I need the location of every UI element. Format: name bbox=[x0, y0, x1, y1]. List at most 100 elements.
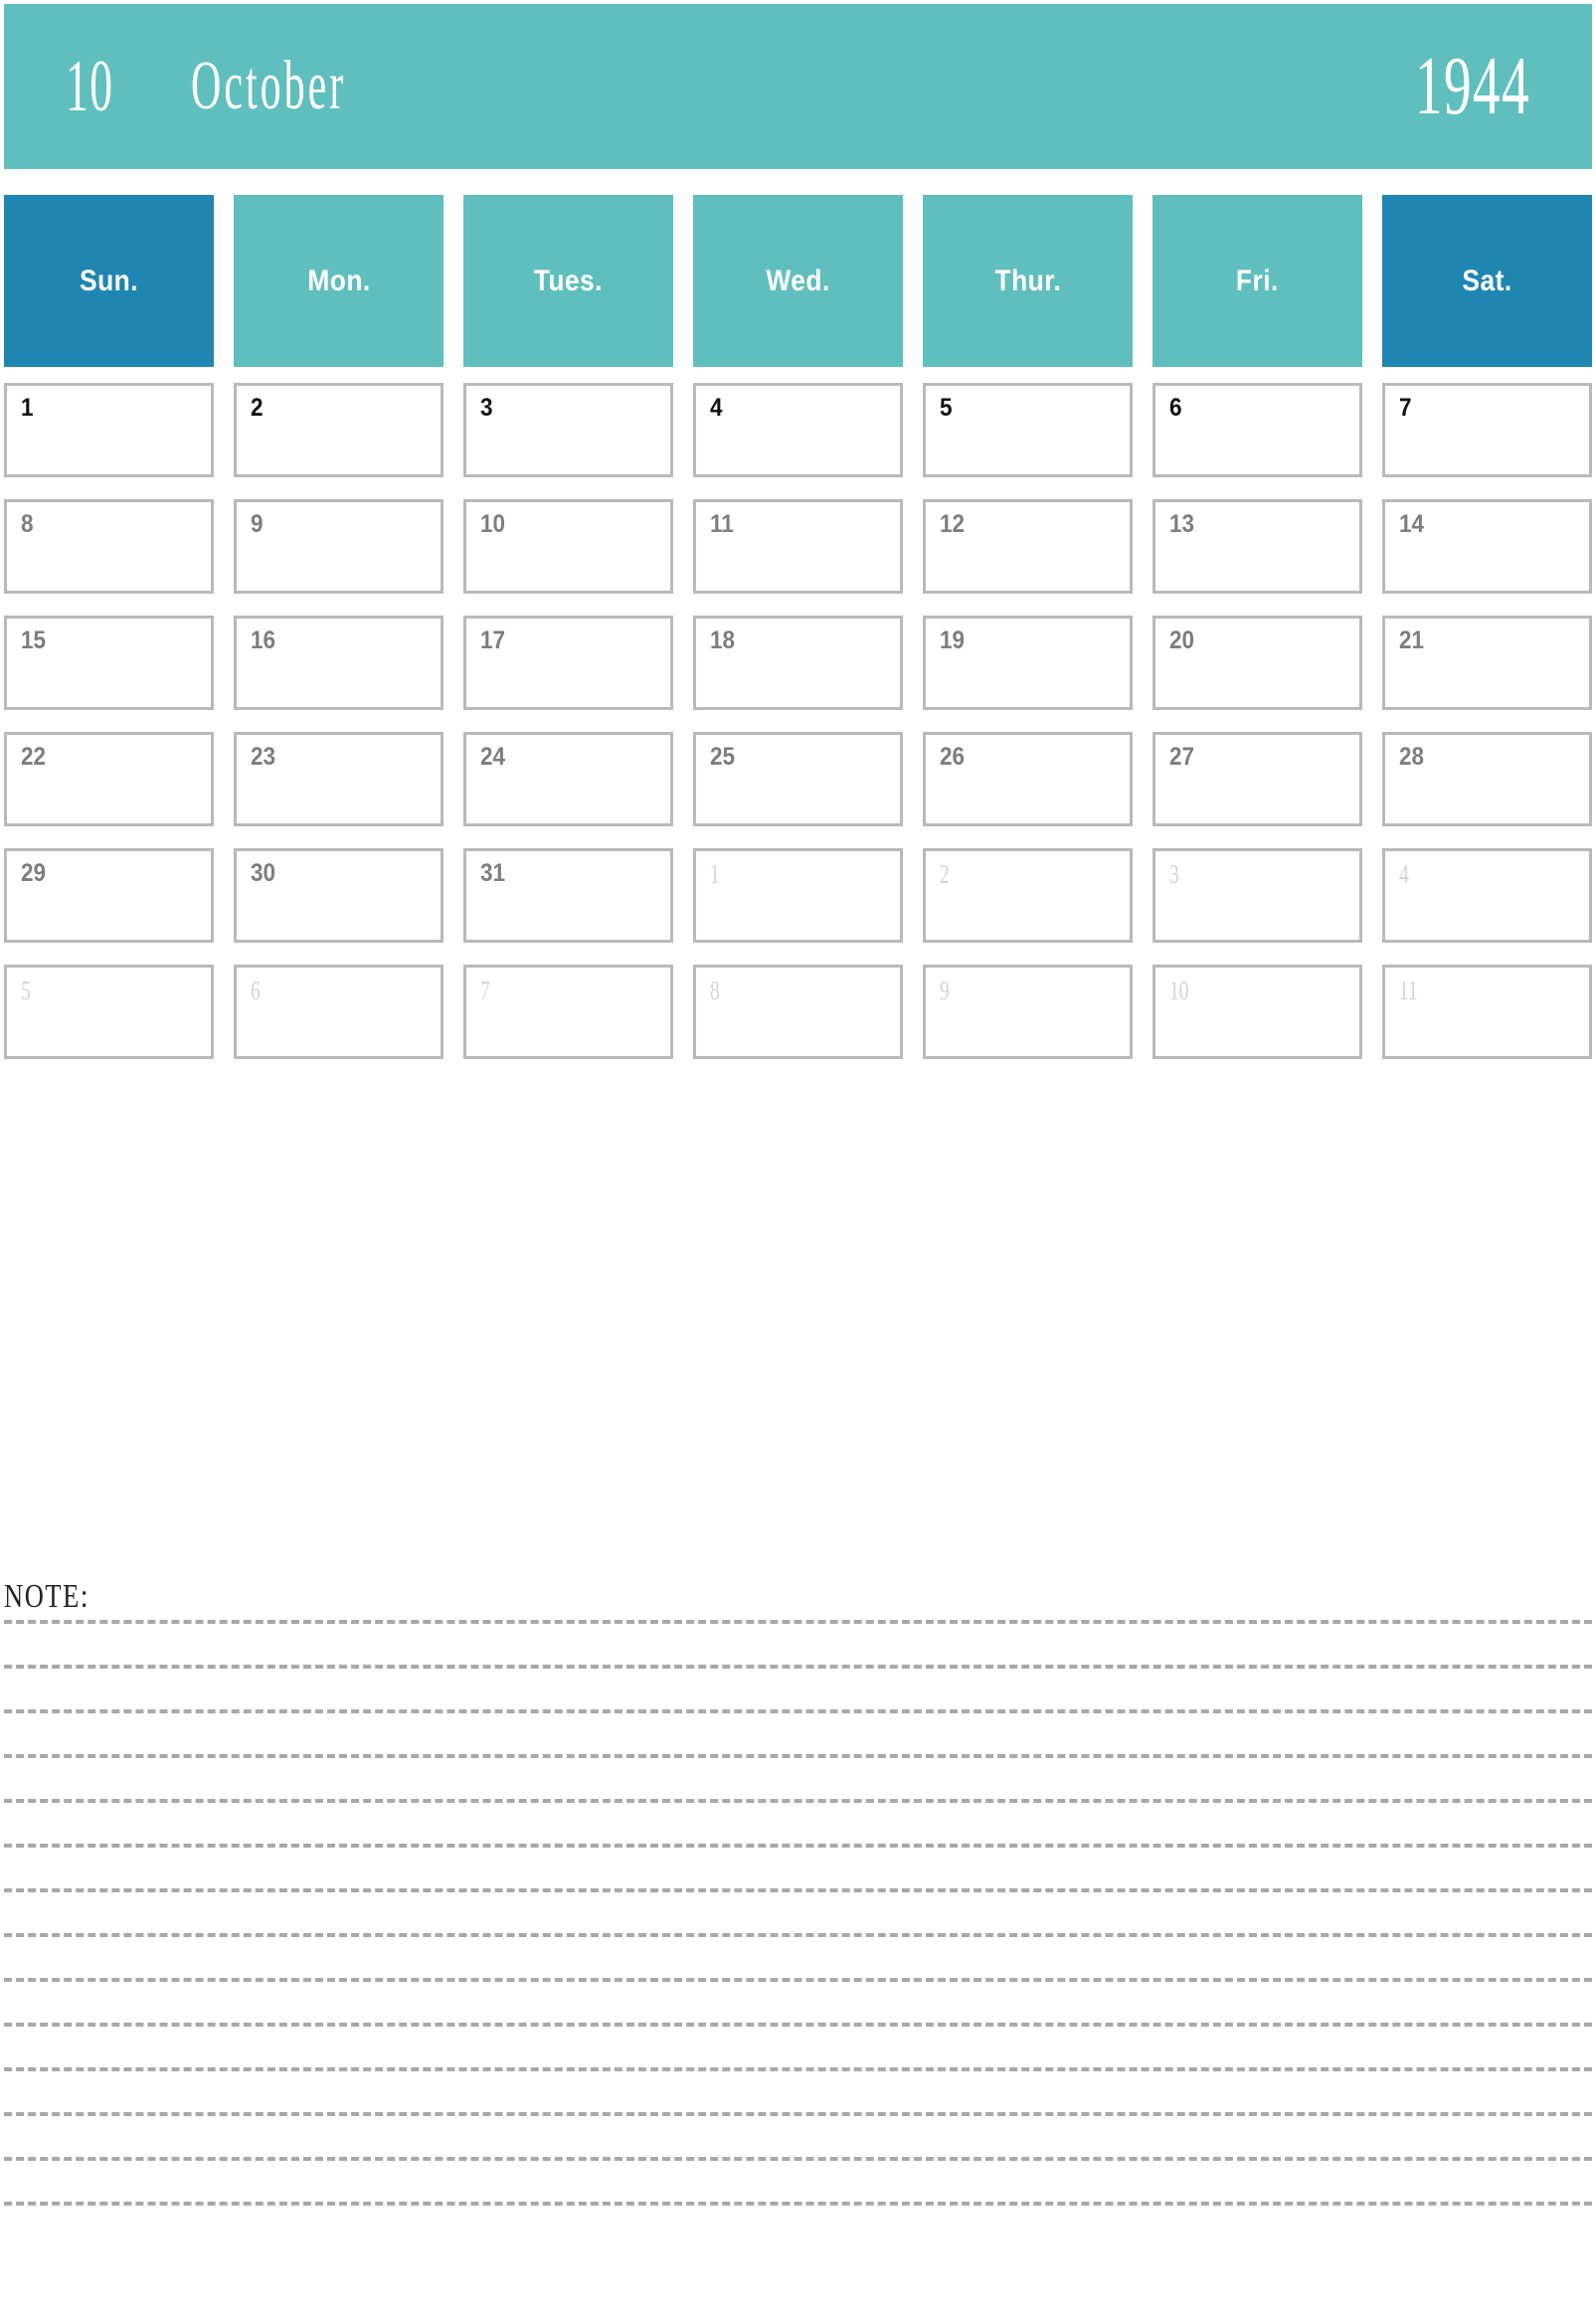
note-writing-line[interactable] bbox=[4, 1888, 1592, 1892]
note-writing-line[interactable] bbox=[4, 1665, 1592, 1669]
date-cell[interactable]: 6 bbox=[1153, 383, 1362, 477]
note-writing-line[interactable] bbox=[4, 1709, 1592, 1713]
date-cell[interactable]: 21 bbox=[1382, 616, 1592, 710]
date-number: 25 bbox=[710, 743, 736, 771]
date-cell[interactable]: 7 bbox=[1382, 383, 1592, 477]
date-number: 27 bbox=[1169, 743, 1195, 771]
note-writing-line[interactable] bbox=[4, 2157, 1592, 2161]
date-cell[interactable]: 2 bbox=[923, 848, 1133, 943]
weekday-header-fri[interactable]: Fri. bbox=[1153, 195, 1362, 367]
weekday-header-row: Sun. Mon. Tues. Wed. Thur. Fri. Sat. bbox=[4, 195, 1592, 367]
date-cell[interactable]: 4 bbox=[1382, 848, 1592, 943]
date-cell[interactable]: 11 bbox=[693, 499, 903, 594]
date-number: 6 bbox=[1169, 394, 1182, 422]
date-cell[interactable]: 22 bbox=[4, 732, 214, 826]
date-cell[interactable]: 25 bbox=[693, 732, 903, 826]
note-lines bbox=[4, 1620, 1592, 2206]
weekday-header-sun[interactable]: Sun. bbox=[4, 195, 214, 367]
date-cell[interactable]: 8 bbox=[693, 965, 903, 1059]
note-section: NOTE: bbox=[4, 1576, 1592, 2306]
date-cell[interactable]: 17 bbox=[463, 616, 673, 710]
date-cell[interactable]: 14 bbox=[1382, 499, 1592, 594]
date-cell[interactable]: 5 bbox=[4, 965, 214, 1059]
date-number: 26 bbox=[940, 743, 966, 771]
date-number: 9 bbox=[251, 510, 264, 538]
date-number: 5 bbox=[940, 394, 953, 422]
date-number: 4 bbox=[1399, 859, 1409, 889]
date-cell[interactable]: 10 bbox=[463, 499, 673, 594]
note-writing-line[interactable] bbox=[4, 2202, 1592, 2206]
date-cell[interactable]: 10 bbox=[1153, 965, 1362, 1059]
date-cell[interactable]: 5 bbox=[923, 383, 1133, 477]
date-number: 20 bbox=[1169, 626, 1195, 654]
date-number: 4 bbox=[710, 394, 723, 422]
date-cell[interactable]: 29 bbox=[4, 848, 214, 943]
note-writing-line[interactable] bbox=[4, 1754, 1592, 1758]
date-number: 13 bbox=[1169, 510, 1195, 538]
weekday-label: Wed. bbox=[766, 264, 830, 297]
date-cell[interactable]: 18 bbox=[693, 616, 903, 710]
weekday-header-mon[interactable]: Mon. bbox=[234, 195, 443, 367]
date-cell[interactable]: 26 bbox=[923, 732, 1133, 826]
date-cell[interactable]: 27 bbox=[1153, 732, 1362, 826]
date-cell[interactable]: 23 bbox=[234, 732, 443, 826]
date-number: 22 bbox=[21, 743, 47, 771]
date-cell[interactable]: 31 bbox=[463, 848, 673, 943]
date-cell[interactable]: 8 bbox=[4, 499, 214, 594]
note-writing-line[interactable] bbox=[4, 2023, 1592, 2027]
date-number: 18 bbox=[710, 626, 736, 654]
weekday-header-tues[interactable]: Tues. bbox=[463, 195, 673, 367]
date-number: 30 bbox=[251, 859, 276, 887]
note-writing-line[interactable] bbox=[4, 1933, 1592, 1937]
date-cell[interactable]: 24 bbox=[463, 732, 673, 826]
weekday-header-thur[interactable]: Thur. bbox=[923, 195, 1133, 367]
date-cell[interactable]: 15 bbox=[4, 616, 214, 710]
date-cell[interactable]: 13 bbox=[1153, 499, 1362, 594]
date-cell[interactable]: 30 bbox=[234, 848, 443, 943]
date-cell[interactable]: 12 bbox=[923, 499, 1133, 594]
date-cell[interactable]: 28 bbox=[1382, 732, 1592, 826]
date-cell[interactable]: 2 bbox=[234, 383, 443, 477]
note-writing-line[interactable] bbox=[4, 2067, 1592, 2071]
calendar-page: 10 October 1944 Sun. Mon. Tues. Wed. Thur. Fr… bbox=[0, 0, 1596, 2310]
note-writing-line[interactable] bbox=[4, 1844, 1592, 1848]
weekday-label: Tues. bbox=[533, 264, 604, 297]
date-number: 1 bbox=[21, 394, 34, 422]
date-cell[interactable]: 19 bbox=[923, 616, 1133, 710]
date-cell[interactable]: 9 bbox=[234, 499, 443, 594]
date-number: 2 bbox=[251, 394, 264, 422]
date-cell[interactable]: 4 bbox=[693, 383, 903, 477]
date-cell[interactable]: 6 bbox=[234, 965, 443, 1059]
weekday-label: Thur. bbox=[994, 264, 1061, 297]
date-number: 1 bbox=[710, 859, 720, 889]
date-number: 17 bbox=[480, 626, 506, 654]
weekday-header-sat[interactable]: Sat. bbox=[1382, 195, 1592, 367]
date-number: 6 bbox=[251, 976, 261, 1005]
date-cell[interactable]: 20 bbox=[1153, 616, 1362, 710]
weekday-header-wed[interactable]: Wed. bbox=[693, 195, 903, 367]
date-cell[interactable]: 1 bbox=[693, 848, 903, 943]
date-cell[interactable]: 3 bbox=[463, 383, 673, 477]
date-number: 16 bbox=[251, 626, 276, 654]
note-writing-line[interactable] bbox=[4, 1978, 1592, 1982]
date-number: 7 bbox=[1399, 394, 1412, 422]
date-cell[interactable]: 3 bbox=[1153, 848, 1362, 943]
date-number: 8 bbox=[21, 510, 34, 538]
date-number: 11 bbox=[1399, 976, 1418, 1005]
date-cell[interactable]: 11 bbox=[1382, 965, 1592, 1059]
weekday-label: Fri. bbox=[1236, 264, 1279, 297]
date-cell[interactable]: 9 bbox=[923, 965, 1133, 1059]
calendar-title-band: 10 October 1944 bbox=[4, 4, 1592, 169]
date-number: 21 bbox=[1399, 626, 1425, 654]
date-number: 15 bbox=[21, 626, 47, 654]
note-writing-line[interactable] bbox=[4, 1620, 1592, 1624]
date-number: 11 bbox=[710, 510, 734, 538]
date-number: 19 bbox=[940, 626, 966, 654]
note-writing-line[interactable] bbox=[4, 2112, 1592, 2116]
weekday-label: Sat. bbox=[1462, 264, 1512, 297]
note-writing-line[interactable] bbox=[4, 1799, 1592, 1803]
date-cell[interactable]: 7 bbox=[463, 965, 673, 1059]
date-cell[interactable]: 16 bbox=[234, 616, 443, 710]
date-cell[interactable]: 1 bbox=[4, 383, 214, 477]
date-number: 5 bbox=[21, 976, 31, 1005]
